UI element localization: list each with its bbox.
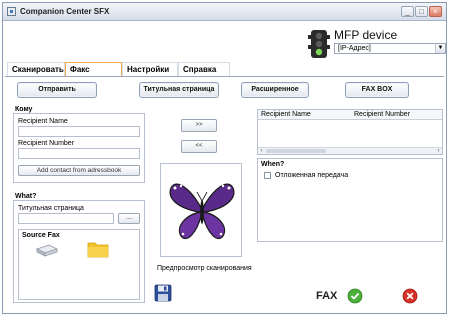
tab-bar: Сканировать Факс Настройки Справка [4,62,445,77]
minimize-button[interactable]: _ [401,6,414,17]
delayed-send-checkbox[interactable] [264,172,271,179]
scan-preview [160,163,242,257]
window-title: Companion Center SFX [20,7,110,16]
fax-label: FAX [316,290,338,302]
what-group-label: What? [15,193,37,200]
cancel-icon[interactable] [402,288,418,304]
fax-box-button[interactable]: FAX BOX [345,82,409,98]
recipient-number-label: Recipient Number [18,140,75,147]
recipient-number-input[interactable] [18,148,140,159]
add-recipient-button[interactable]: >> [181,119,217,132]
tab-help[interactable]: Справка [178,62,230,76]
save-icon[interactable] [154,284,172,302]
cover-page-label: Титульная страница [18,205,84,212]
send-button[interactable]: Отправить [17,82,97,98]
tab-settings[interactable]: Настройки [122,62,178,76]
title-bar[interactable]: Companion Center SFX _ □ × [3,3,446,21]
device-title: MFP device [334,28,398,42]
recipient-name-label: Recipient Name [18,118,68,125]
traffic-light-icon [308,30,330,58]
app-icon [7,7,16,16]
preview-caption: Предпросмотр сканирования [157,265,252,272]
recipients-hscrollbar[interactable]: ‹ › [258,147,442,154]
chevron-down-icon[interactable]: ▼ [435,44,445,53]
device-select-value: [IP-Адрес] [338,45,371,52]
recipients-list[interactable]: Recipient Name Recipient Number ‹ › [257,109,443,155]
cover-page-input[interactable] [18,213,114,224]
to-group-label: Кому [15,106,33,113]
folder-icon[interactable] [87,240,109,258]
source-fax-group: Source Fax [18,229,140,300]
col-recipient-name[interactable]: Recipient Name [261,111,311,118]
maximize-button[interactable]: □ [415,6,428,17]
advanced-button[interactable]: Расширенное [241,82,309,98]
col-recipient-number[interactable]: Recipient Number [354,111,410,118]
remove-recipient-button[interactable]: << [181,140,217,153]
fax-panel: Отправить Титульная страница Расширенное… [5,77,446,311]
scanner-icon[interactable] [35,243,59,257]
recipient-name-input[interactable] [18,126,140,137]
recipients-list-header: Recipient Name Recipient Number [258,110,442,120]
device-header: MFP device [IP-Адрес] ▼ [3,22,446,64]
to-group: Recipient Name Recipient Number Add cont… [13,113,145,183]
what-group: Титульная страница .... Source Fax [13,200,145,303]
butterfly-image [169,183,235,240]
add-contact-button[interactable]: Add contact from adressbook [18,165,140,176]
tab-fax[interactable]: Факс [65,62,122,76]
ok-icon[interactable] [347,288,363,304]
close-button[interactable]: × [429,6,442,17]
when-group-label: When? [261,161,285,168]
scroll-left-icon[interactable]: ‹ [258,148,265,154]
scroll-right-icon[interactable]: › [435,148,442,154]
browse-button[interactable]: .... [118,213,140,224]
delayed-send-label: Отложенная передача [275,172,349,179]
scroll-thumb[interactable] [266,149,326,153]
source-fax-label: Source Fax [22,232,60,239]
when-group: When? Отложенная передача [257,158,443,242]
cover-page-button[interactable]: Титульная страница [139,82,219,98]
tab-scan[interactable]: Сканировать [7,62,65,76]
device-select[interactable]: [IP-Адрес] ▼ [334,43,446,54]
